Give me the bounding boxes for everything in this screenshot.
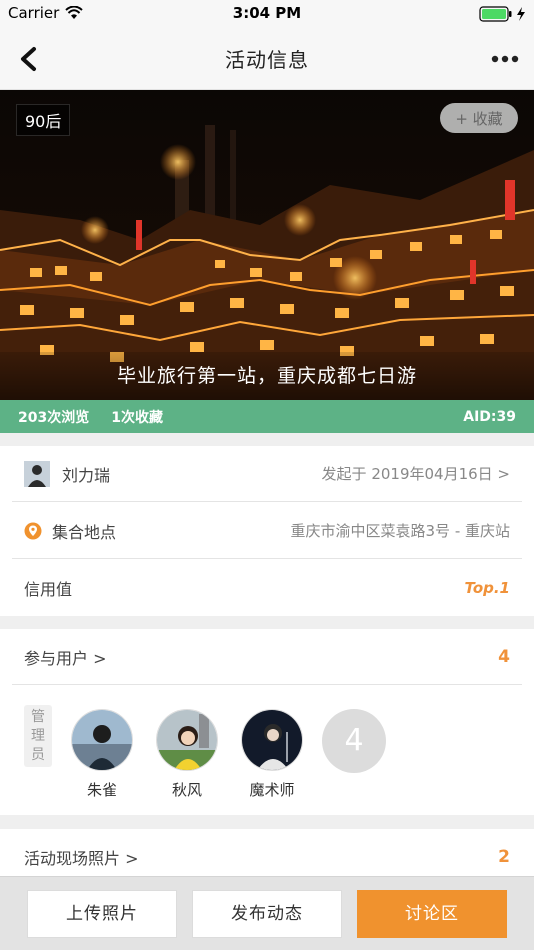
meeting-point-row[interactable]: 集合地点 重庆市渝中区菜袁路3号 - 重庆站 xyxy=(12,503,522,559)
view-count: 203次浏览 xyxy=(18,409,90,426)
more-members-button[interactable]: 4 xyxy=(322,709,386,773)
member-name: 魔术师 xyxy=(249,781,295,799)
credit-rank-badge: Top.1 xyxy=(464,579,510,597)
credit-row: 信用值 Top.1 xyxy=(12,560,522,616)
admin-tag: 管理员 xyxy=(24,705,52,767)
navigation-bar: 活动信息 xyxy=(0,28,534,90)
favorite-button[interactable]: + 收藏 xyxy=(440,103,518,133)
favorite-count: 1次收藏 xyxy=(111,409,163,426)
credit-label: 信用值 xyxy=(24,580,73,599)
battery-indicator xyxy=(479,6,526,22)
post-update-button[interactable]: 发布动态 xyxy=(192,890,342,938)
location-pin-icon xyxy=(24,522,42,539)
page-title: 活动信息 xyxy=(225,48,309,72)
member-avatar[interactable] xyxy=(156,709,218,771)
initiated-date[interactable]: 发起于 2019年04月16日 > xyxy=(322,463,510,484)
upload-photo-button[interactable]: 上传照片 xyxy=(27,890,177,938)
activity-title: 毕业旅行第一站，重庆成都七日游 xyxy=(0,352,534,400)
member-item[interactable]: 魔术师 xyxy=(240,709,304,800)
age-group-tag: 90后 xyxy=(16,104,71,136)
member-avatar[interactable] xyxy=(71,709,133,771)
organizer-row[interactable]: 刘力瑞 发起于 2019年04月16日 > xyxy=(12,446,522,502)
organizer-avatar[interactable] xyxy=(24,460,50,487)
organizer-name: 刘力瑞 xyxy=(62,465,111,485)
activity-info-card: 刘力瑞 发起于 2019年04月16日 > 集合地点 重庆市渝中区菜袁路3号 -… xyxy=(0,446,534,616)
activity-info-screen: Carrier 3:04 PM 活动信息 90后 + 收藏 毕业旅行第一站，重庆… xyxy=(0,0,534,950)
participants-count: 4 xyxy=(498,646,510,667)
activity-id: AID:39 xyxy=(463,408,516,425)
event-photos-count: 2 xyxy=(498,847,510,867)
participants-title: 参与用户 > xyxy=(24,648,107,668)
battery-icon xyxy=(479,6,512,22)
status-bar: Carrier 3:04 PM xyxy=(0,0,534,28)
avatar-photo-icon xyxy=(72,710,132,770)
meeting-point-label: 集合地点 xyxy=(52,522,117,542)
avatar-photo-icon xyxy=(242,710,302,770)
event-photos-title: 活动现场照片 > xyxy=(24,849,139,868)
member-item[interactable]: 秋风 xyxy=(155,709,219,800)
member-name: 秋风 xyxy=(171,781,202,799)
activity-cover: 90后 + 收藏 毕业旅行第一站，重庆成都七日游 xyxy=(0,90,534,400)
member-name: 朱雀 xyxy=(86,781,117,799)
bottom-toolbar: 上传照片 发布动态 讨论区 xyxy=(0,876,534,950)
member-avatar[interactable] xyxy=(241,709,303,771)
charging-bolt-icon xyxy=(517,7,525,21)
avatar-photo-icon xyxy=(157,710,217,770)
person-photo-icon xyxy=(24,460,50,487)
meeting-address: 重庆市渝中区菜袁路3号 - 重庆站 xyxy=(290,522,511,540)
status-time: 3:04 PM xyxy=(232,4,302,22)
more-options-icon[interactable] xyxy=(490,44,520,74)
stats-bar: 203次浏览 1次收藏 AID:39 xyxy=(0,400,534,433)
participants-header[interactable]: 参与用户 > 4 xyxy=(12,629,522,685)
member-item[interactable]: 朱雀 xyxy=(70,709,134,800)
discussion-button[interactable]: 讨论区 xyxy=(357,890,507,938)
participants-card: 参与用户 > 4 管理员 朱雀 秋风 魔术师 4 xyxy=(0,629,534,815)
